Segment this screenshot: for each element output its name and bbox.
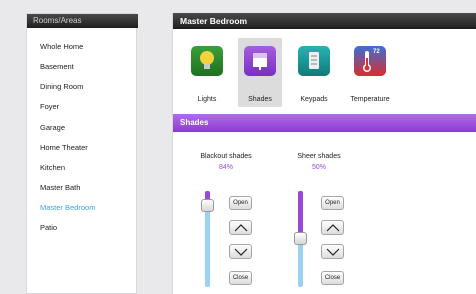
- raise-button-sheer[interactable]: [321, 220, 344, 235]
- keypad-icon: [298, 46, 330, 76]
- sidebar-item-home-theater[interactable]: Home Theater: [40, 142, 135, 154]
- category-lights[interactable]: Lights: [185, 38, 229, 107]
- category-label-keypads: Keypads: [300, 96, 328, 103]
- light-bulb-icon: [191, 46, 223, 76]
- close-button-blackout[interactable]: Close: [229, 271, 252, 285]
- chevron-down-icon: [234, 248, 248, 256]
- category-label-temperature: Temperature: [350, 96, 390, 103]
- room-panel: Master Bedroom Lights Shades Keypads 72 …: [172, 13, 476, 294]
- chevron-up-icon: [326, 224, 340, 232]
- category-label-shades: Shades: [248, 96, 272, 103]
- sidebar-item-foyer[interactable]: Foyer: [40, 101, 135, 113]
- slider-knob[interactable]: [201, 199, 214, 212]
- shade-percent-blackout: 84%: [218, 164, 233, 171]
- temperature-badge: 72: [373, 49, 380, 55]
- lower-button-blackout[interactable]: [229, 244, 252, 259]
- rooms-sidebar: Rooms/Areas Whole Home Basement Dining R…: [26, 13, 138, 294]
- category-label-lights: Lights: [197, 96, 217, 103]
- category-keypads[interactable]: Keypads: [292, 38, 336, 107]
- sidebar-item-master-bath[interactable]: Master Bath: [40, 182, 135, 194]
- open-button-blackout[interactable]: Open: [229, 196, 252, 210]
- chevron-down-icon: [326, 248, 340, 256]
- chevron-up-icon: [234, 224, 248, 232]
- sidebar-item-garage[interactable]: Garage: [40, 122, 135, 134]
- section-title: Shades: [173, 114, 476, 132]
- shade-window-icon: [244, 46, 276, 76]
- blackout-shade-slider[interactable]: [201, 191, 214, 287]
- shade-name-sheer: Sheer shades: [297, 153, 341, 160]
- close-button-sheer[interactable]: Close: [321, 271, 344, 285]
- shade-name-blackout: Blackout shades: [200, 153, 252, 160]
- thermometer-icon: [354, 46, 386, 76]
- raise-button-blackout[interactable]: [229, 220, 252, 235]
- sidebar-item-basement[interactable]: Basement: [40, 61, 135, 73]
- sidebar-item-master-bedroom[interactable]: Master Bedroom: [40, 202, 135, 214]
- slider-knob[interactable]: [294, 232, 307, 245]
- sidebar-item-kitchen[interactable]: Kitchen: [40, 162, 135, 174]
- sidebar-item-dining-room[interactable]: Dining Room: [40, 81, 135, 93]
- category-shades[interactable]: Shades: [238, 38, 282, 107]
- category-temperature[interactable]: 72 Temperature: [348, 38, 392, 107]
- open-button-sheer[interactable]: Open: [321, 196, 344, 210]
- sheer-shade-slider[interactable]: [294, 191, 307, 287]
- sidebar-item-patio[interactable]: Patio: [40, 222, 135, 234]
- room-title: Master Bedroom: [173, 13, 476, 29]
- sidebar-title: Rooms/Areas: [27, 14, 138, 28]
- shade-percent-sheer: 50%: [311, 164, 326, 171]
- sidebar-item-whole-home[interactable]: Whole Home: [40, 41, 135, 53]
- lower-button-sheer[interactable]: [321, 244, 344, 259]
